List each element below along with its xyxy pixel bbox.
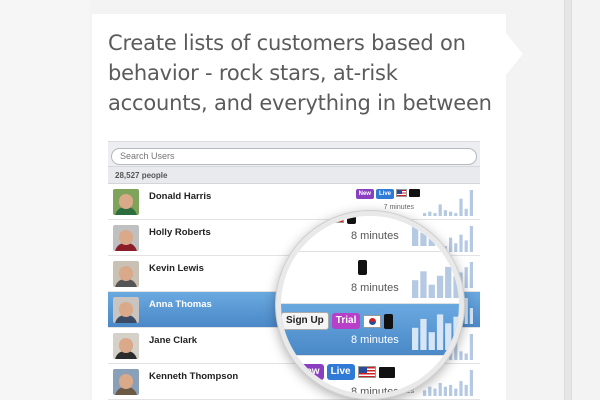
sparkline-bar bbox=[469, 262, 473, 288]
avatar-face bbox=[119, 338, 133, 353]
sparkline-bar bbox=[420, 271, 427, 298]
desktop-icon bbox=[409, 189, 420, 197]
badge-live: Live bbox=[326, 364, 355, 380]
sparkline-bar bbox=[412, 280, 419, 298]
user-name[interactable]: Kenneth Thompson bbox=[149, 371, 238, 382]
sparkline-bar bbox=[445, 266, 452, 298]
people-count: 28,527 people bbox=[108, 167, 480, 184]
avatar[interactable] bbox=[113, 297, 139, 323]
avatar[interactable] bbox=[113, 333, 139, 359]
sparkline-bar bbox=[459, 234, 463, 252]
sparkline-bar bbox=[464, 384, 468, 396]
badge-new: New bbox=[355, 189, 374, 199]
activity-sparkline bbox=[423, 190, 473, 216]
flag-canton bbox=[397, 190, 402, 194]
sparkline-bar bbox=[436, 226, 444, 246]
sparkline-bar bbox=[445, 323, 452, 350]
sparkline-bar bbox=[464, 208, 468, 216]
badge-new: New bbox=[295, 364, 324, 380]
user-row[interactable]: Donald Harris New Live 7 minutes bbox=[108, 184, 480, 220]
phone-icon bbox=[358, 260, 367, 275]
magnified-row: Sign Up Trial 8 minutes bbox=[281, 304, 459, 356]
sparkline-bar bbox=[469, 308, 473, 324]
sparkline-bar bbox=[438, 204, 442, 216]
sparkline-bar bbox=[469, 190, 473, 216]
sparkline-bar bbox=[459, 381, 463, 396]
sparkline-bar bbox=[469, 334, 473, 360]
card-notch bbox=[505, 32, 523, 76]
magnified-badges bbox=[295, 260, 367, 275]
magnified-badges: New Live bbox=[295, 364, 395, 380]
avatar-face bbox=[119, 266, 133, 281]
phone-icon bbox=[384, 313, 394, 329]
sparkline-bar bbox=[464, 240, 468, 252]
search-bar bbox=[108, 142, 480, 167]
avatar-face bbox=[119, 230, 133, 245]
sparkline-bar bbox=[464, 298, 468, 324]
sparkline-bar bbox=[459, 351, 463, 360]
avatar-face bbox=[119, 374, 133, 389]
flag-us-icon bbox=[396, 189, 407, 197]
flag-us-icon bbox=[357, 366, 376, 378]
activity-sparkline bbox=[420, 375, 459, 394]
badge-signup: Sign Up bbox=[281, 312, 329, 330]
badge-live: Live bbox=[375, 189, 394, 199]
activity-sparkline bbox=[412, 216, 459, 246]
sparkline-bar bbox=[464, 267, 468, 288]
page-left-background bbox=[0, 0, 90, 400]
sparkline-bar bbox=[436, 275, 444, 298]
user-name[interactable]: Donald Harris bbox=[149, 191, 211, 202]
sparkline-bar bbox=[469, 370, 473, 396]
sparkline-bar bbox=[412, 226, 419, 246]
badge-trial: Trial bbox=[331, 313, 361, 329]
activity-sparkline bbox=[412, 266, 459, 298]
sparkline-bar bbox=[420, 232, 427, 246]
page-right-divider bbox=[564, 0, 572, 400]
sparkline-bar bbox=[428, 219, 435, 246]
magnified-row: 8 minutes bbox=[281, 252, 459, 304]
user-badges: New Live bbox=[355, 189, 420, 199]
magnified-badges: Sign Up Trial bbox=[281, 312, 394, 330]
sparkline-bar bbox=[445, 216, 452, 246]
sparkline-bar bbox=[453, 316, 459, 350]
phone-icon bbox=[347, 216, 357, 224]
sparkline-bar bbox=[453, 226, 459, 246]
flag-kr-icon bbox=[363, 314, 382, 328]
user-name[interactable]: Holly Roberts bbox=[149, 227, 211, 238]
avatar-face bbox=[119, 302, 133, 317]
magnified-row: New Live 8 minutes bbox=[281, 356, 459, 398]
desktop-icon bbox=[378, 366, 395, 378]
headline: Create lists of customers based on behav… bbox=[108, 31, 492, 115]
magnifier-lens: Live8 minutes8 minutesSign UpTrial8 minu… bbox=[276, 211, 464, 399]
last-seen-time: 8 minutes bbox=[351, 282, 399, 294]
sparkline-bar bbox=[464, 353, 468, 360]
sparkline-bar bbox=[459, 198, 463, 216]
search-input[interactable] bbox=[111, 147, 477, 165]
avatar-face bbox=[119, 194, 133, 209]
avatar[interactable] bbox=[113, 261, 139, 287]
sparkline-bar bbox=[436, 314, 444, 350]
magnified-list: Live8 minutes8 minutesSign UpTrial8 minu… bbox=[281, 216, 459, 398]
sparkline-bar bbox=[428, 332, 435, 350]
activity-sparkline bbox=[412, 314, 459, 350]
user-name[interactable]: Jane Clark bbox=[149, 335, 197, 346]
last-seen-time: 8 minutes bbox=[351, 386, 399, 398]
avatar[interactable] bbox=[113, 369, 139, 395]
last-seen-time: 7 minutes bbox=[383, 204, 414, 211]
last-seen-time: 8 minutes bbox=[351, 334, 399, 346]
user-name[interactable]: Anna Thomas bbox=[149, 299, 212, 310]
sparkline-bar bbox=[420, 318, 427, 350]
sparkline-bar bbox=[469, 226, 473, 252]
sparkline-bar bbox=[453, 275, 459, 298]
user-name[interactable]: Kevin Lewis bbox=[149, 263, 204, 274]
magnified-row: Live8 minutes bbox=[281, 216, 459, 252]
avatar[interactable] bbox=[113, 189, 139, 215]
avatar[interactable] bbox=[113, 225, 139, 251]
last-seen-time: 8 minutes bbox=[351, 230, 399, 242]
sparkline-bar bbox=[412, 327, 419, 350]
sparkline-bar bbox=[428, 284, 435, 298]
